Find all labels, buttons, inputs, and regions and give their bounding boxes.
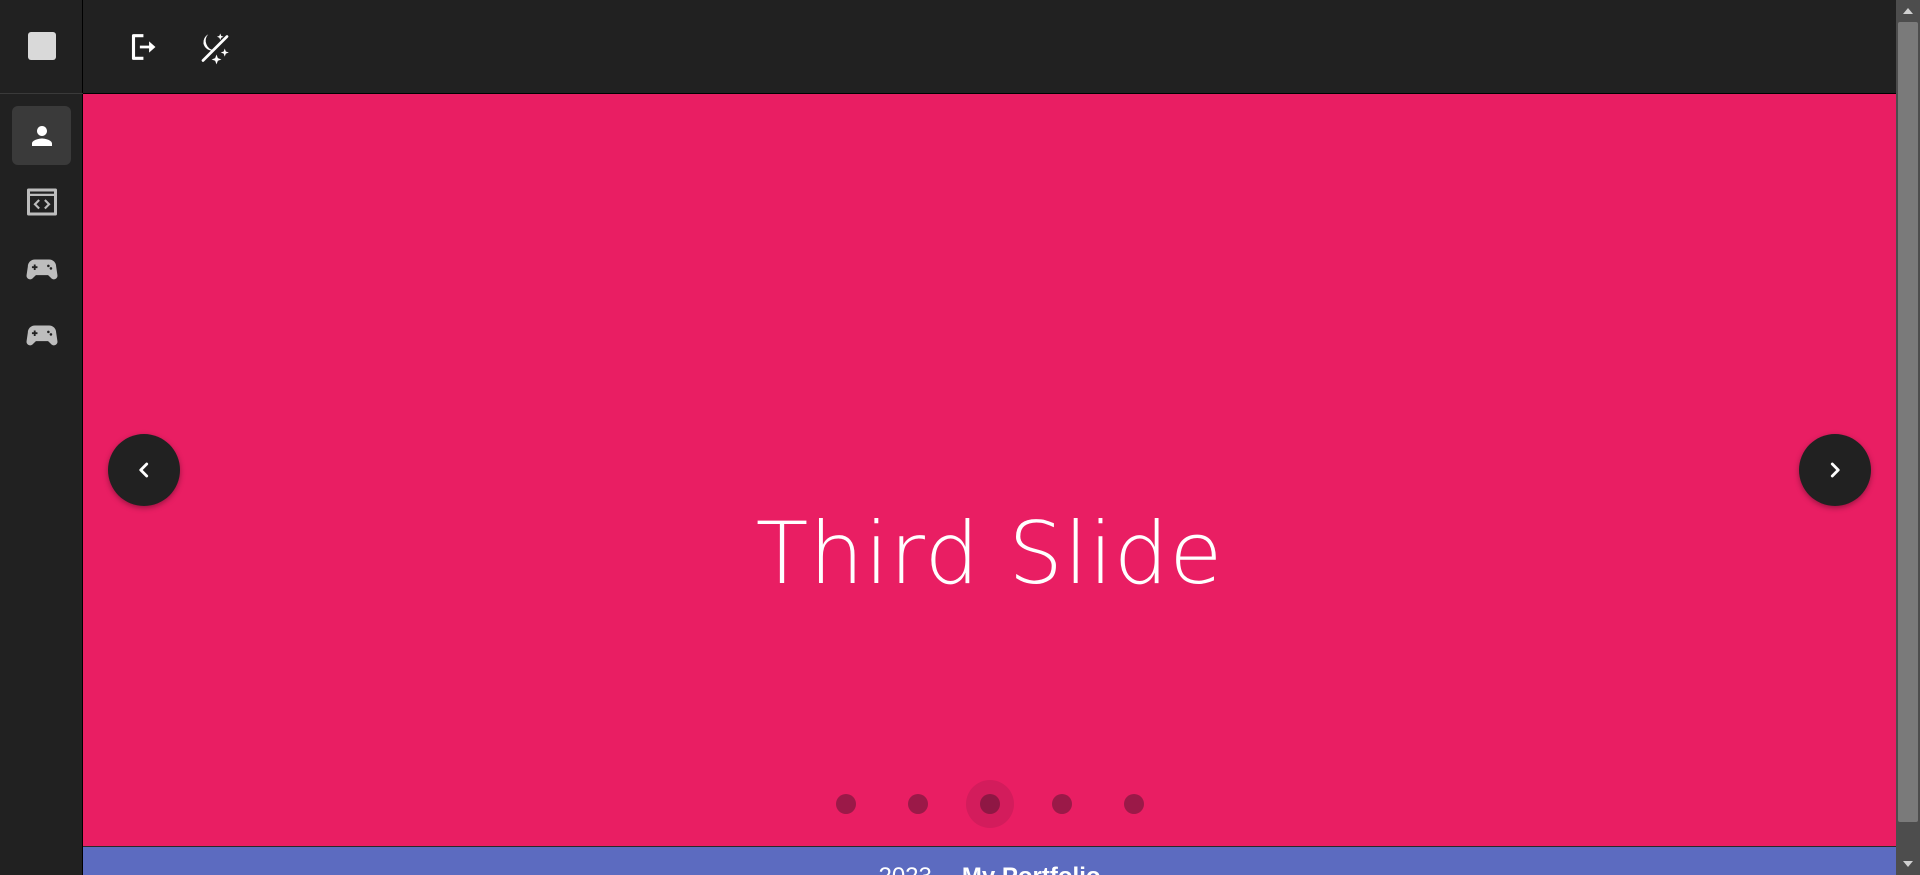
gamepad-icon: [26, 325, 57, 345]
carousel-next-button[interactable]: [1799, 434, 1871, 506]
arrow-down-icon: [1903, 861, 1913, 867]
carousel-dot[interactable]: [1052, 794, 1072, 814]
theme-toggle-icon: [201, 33, 229, 65]
theme-toggle-button[interactable]: [191, 23, 239, 71]
chevron-right-icon: [1830, 462, 1840, 478]
rail-item-games-2[interactable]: [12, 304, 71, 363]
person-icon: [31, 125, 52, 146]
arrow-up-icon: [1903, 8, 1913, 14]
chevron-left-icon: [139, 462, 149, 478]
carousel-prev-button[interactable]: [108, 434, 180, 506]
logout-button[interactable]: [118, 23, 166, 71]
logout-icon: [131, 34, 156, 60]
scroll-up-button[interactable]: [1896, 0, 1920, 22]
page-scrollbar[interactable]: [1896, 0, 1920, 875]
slide-title: Third Slide: [755, 504, 1224, 604]
web-code-icon: [26, 188, 57, 215]
top-app-bar: [83, 0, 1896, 94]
footer-brand: My Portfolio: [962, 863, 1101, 875]
logo-square-icon: [28, 32, 56, 60]
carousel-dot[interactable]: [836, 794, 856, 814]
footer-separator: —: [932, 863, 962, 875]
footer-content: 2023 — My Portfolio: [83, 863, 1896, 875]
app-logo[interactable]: [0, 0, 83, 94]
app-root: Third Slide 2023 — My Portfolio: [0, 0, 1920, 875]
footer-year: 2023: [878, 863, 931, 875]
rail-item-profile[interactable]: [12, 106, 71, 165]
rail-item-games-1[interactable]: [12, 238, 71, 297]
navigation-rail: [0, 0, 83, 875]
carousel-dot[interactable]: [908, 794, 928, 814]
rail-item-web-projects[interactable]: [12, 172, 71, 231]
carousel-dot-active[interactable]: [966, 780, 1014, 828]
scrollbar-thumb[interactable]: [1898, 22, 1918, 822]
gamepad-icon: [26, 259, 57, 279]
page-footer: 2023 — My Portfolio: [83, 846, 1896, 875]
carousel-dot[interactable]: [1124, 794, 1144, 814]
carousel-indicators: [83, 780, 1896, 828]
hero-carousel: Third Slide: [83, 94, 1896, 846]
scroll-down-button[interactable]: [1896, 853, 1920, 875]
